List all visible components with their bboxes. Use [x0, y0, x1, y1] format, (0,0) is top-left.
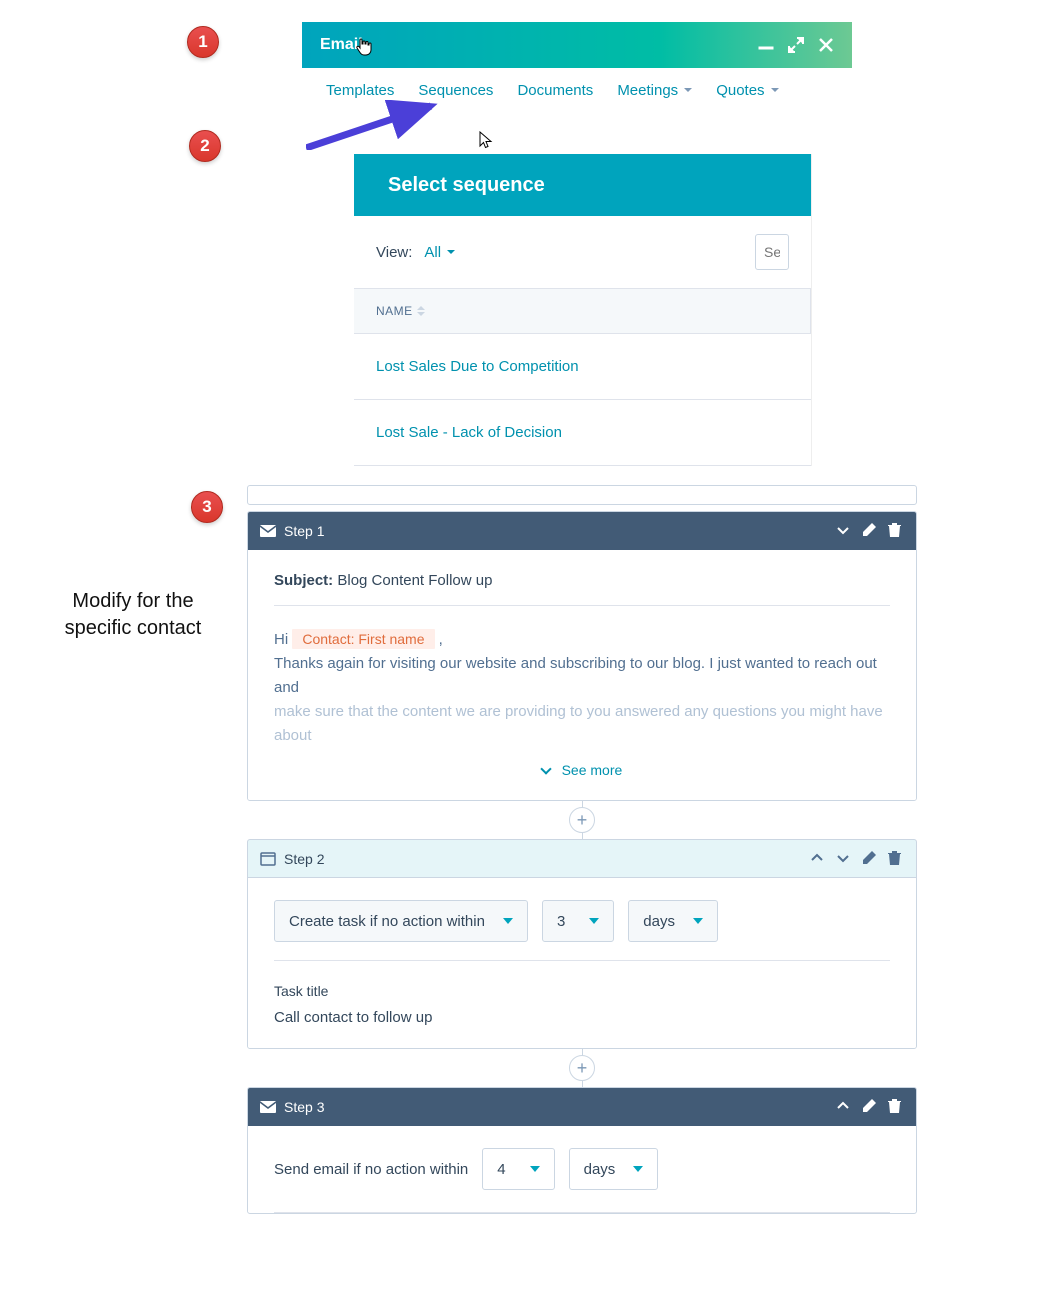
step-2-label: Step 2 — [284, 851, 324, 867]
trigger-number-value: 4 — [497, 1161, 505, 1178]
card-sliver — [247, 485, 917, 505]
task-title-value: Call contact to follow up — [274, 1009, 890, 1026]
chevron-down-icon — [503, 918, 513, 924]
divider — [274, 1212, 890, 1213]
search-input[interactable] — [764, 244, 780, 260]
close-icon[interactable] — [818, 37, 834, 53]
sequence-table-header: NAME — [354, 288, 811, 334]
tab-meetings-label: Meetings — [617, 82, 678, 99]
sequence-search-box[interactable] — [755, 234, 789, 270]
move-down-icon[interactable] — [836, 851, 852, 867]
email-body-line-1: Thanks again for visiting our website an… — [274, 655, 877, 696]
add-step-button[interactable]: + — [569, 807, 595, 833]
see-more-button[interactable]: See more — [274, 762, 890, 778]
minimize-icon[interactable] — [758, 37, 774, 53]
select-sequence-panel: Select sequence View: All NAME Lost Sale… — [354, 154, 812, 466]
divider — [274, 605, 890, 606]
step-connector: + — [582, 1048, 583, 1088]
trigger-select-value: Create task if no action within — [289, 913, 485, 930]
tab-quotes-label: Quotes — [716, 82, 764, 99]
email-body-line-2: make sure that the content we are provid… — [274, 703, 883, 744]
email-icon — [260, 1101, 276, 1113]
chevron-down-icon — [684, 88, 692, 92]
see-more-label: See more — [562, 762, 623, 778]
step-1-body: Subject: Blog Content Follow up Hi Conta… — [248, 550, 916, 800]
annotation-badge-1: 1 — [187, 26, 219, 58]
chevron-down-icon — [693, 918, 703, 924]
step-1-card: Step 1 Subject: Blog Content Follow up H… — [247, 511, 917, 801]
annotation-badge-2: 2 — [189, 130, 221, 162]
select-sequence-title: Select sequence — [354, 154, 811, 216]
trigger-unit-select[interactable]: days — [628, 900, 718, 942]
email-comma: , — [439, 631, 443, 648]
tab-meetings[interactable]: Meetings — [617, 82, 692, 99]
divider — [274, 960, 890, 961]
add-step-button[interactable]: + — [569, 1055, 595, 1081]
step-3-card: Step 3 Send email if no action within 4 … — [247, 1087, 917, 1214]
step-2-header: Step 2 — [248, 840, 916, 878]
trigger-number-value: 3 — [557, 913, 565, 930]
column-name-header[interactable]: NAME — [376, 304, 425, 318]
trigger-number-select[interactable]: 4 — [482, 1148, 554, 1190]
trigger-label: Send email if no action within — [274, 1161, 468, 1178]
sequence-toolbar: View: All — [354, 216, 811, 288]
step-1-label: Step 1 — [284, 523, 324, 539]
step-2-body: Create task if no action within 3 days T… — [248, 878, 916, 1048]
tab-documents[interactable]: Documents — [517, 82, 593, 99]
move-up-icon[interactable] — [836, 1099, 852, 1115]
task-title-label: Task title — [274, 983, 890, 999]
personalization-token[interactable]: Contact: First name — [292, 629, 434, 649]
chevron-down-icon — [540, 763, 551, 774]
chevron-down-icon — [447, 250, 455, 254]
delete-icon[interactable] — [888, 523, 904, 539]
sequence-row[interactable]: Lost Sale - Lack of Decision — [354, 400, 811, 466]
move-up-icon[interactable] — [810, 851, 826, 867]
step-3-header: Step 3 — [248, 1088, 916, 1126]
subject-value: Blog Content Follow up — [337, 572, 492, 589]
cursor-hand-icon — [356, 38, 372, 61]
column-name-label: NAME — [376, 304, 413, 318]
delete-icon[interactable] — [888, 851, 904, 867]
subject-label: Subject: — [274, 572, 333, 589]
chevron-down-icon — [771, 88, 779, 92]
annotation-note: Modify for the specific contact — [58, 588, 208, 642]
sequence-row[interactable]: Lost Sales Due to Competition — [354, 334, 811, 400]
email-composer-header: Email — [302, 22, 852, 68]
edit-icon[interactable] — [862, 523, 878, 539]
view-filter-dropdown[interactable]: All — [424, 244, 455, 261]
email-greeting: Hi — [274, 631, 288, 648]
cursor-arrow-icon — [479, 131, 493, 154]
step-1-header: Step 1 — [248, 512, 916, 550]
expand-icon[interactable] — [788, 37, 804, 53]
step-2-card: Step 2 Create task if no action within 3 — [247, 839, 917, 1049]
step-connector: + — [582, 800, 583, 840]
task-icon — [260, 852, 276, 866]
annotation-arrow — [306, 100, 446, 155]
step-3-body: Send email if no action within 4 days — [248, 1126, 916, 1212]
tab-quotes[interactable]: Quotes — [716, 82, 778, 99]
chevron-down-icon — [633, 1166, 643, 1172]
trigger-select[interactable]: Create task if no action within — [274, 900, 528, 942]
tab-sequences[interactable]: Sequences — [418, 82, 493, 99]
delete-icon[interactable] — [888, 1099, 904, 1115]
trigger-unit-value: days — [584, 1161, 616, 1178]
edit-icon[interactable] — [862, 1099, 878, 1115]
sequence-editor: Step 1 Subject: Blog Content Follow up H… — [247, 485, 917, 1214]
collapse-icon[interactable] — [836, 523, 852, 539]
trigger-unit-value: days — [643, 913, 675, 930]
edit-icon[interactable] — [862, 851, 878, 867]
chevron-down-icon — [589, 918, 599, 924]
sort-icon — [417, 306, 425, 316]
trigger-unit-select[interactable]: days — [569, 1148, 659, 1190]
tab-templates[interactable]: Templates — [326, 82, 394, 99]
trigger-number-select[interactable]: 3 — [542, 900, 614, 942]
view-label: View: — [376, 244, 412, 261]
step-3-label: Step 3 — [284, 1099, 324, 1115]
view-filter-value: All — [424, 244, 441, 261]
email-icon — [260, 525, 276, 537]
chevron-down-icon — [530, 1166, 540, 1172]
annotation-badge-3: 3 — [191, 491, 223, 523]
